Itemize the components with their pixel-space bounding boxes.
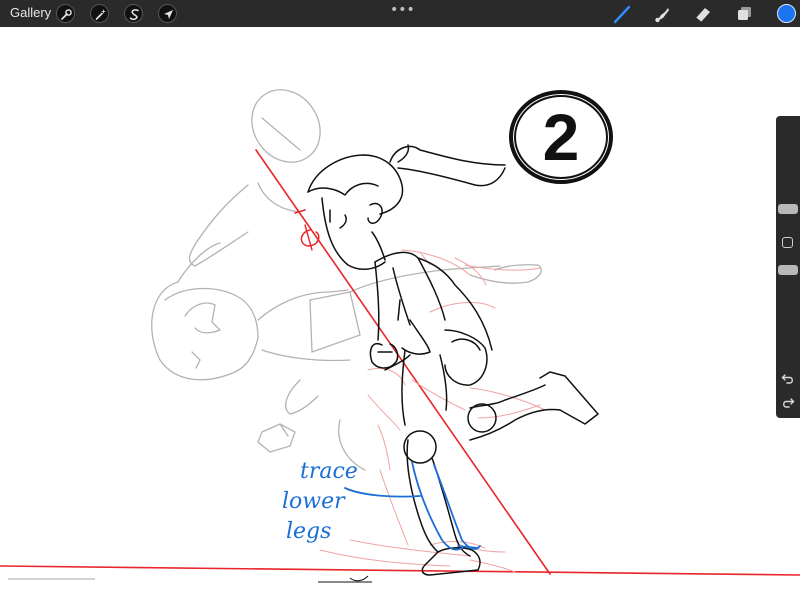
arrow-cursor-icon <box>164 10 173 19</box>
smudge-tool-button[interactable] <box>652 4 672 24</box>
brush-tool-button[interactable] <box>612 4 632 24</box>
smudge-icon <box>655 8 669 23</box>
frame-number-text: 2 <box>543 100 580 174</box>
onion-skin-figure <box>151 89 542 471</box>
brush-sidebar <box>776 116 800 418</box>
transform-button[interactable] <box>158 4 177 23</box>
brush-opacity-slider[interactable] <box>778 265 798 275</box>
layers-icon <box>738 7 751 20</box>
brush-icon <box>613 5 631 24</box>
gallery-button[interactable]: Gallery <box>10 5 51 20</box>
modify-button[interactable] <box>782 237 793 248</box>
more-options-button[interactable]: ••• <box>390 2 415 18</box>
redo-icon <box>783 398 795 408</box>
wrench-icon <box>61 9 72 20</box>
drawing-canvas[interactable]: 2 trace lower legs <box>0 27 800 600</box>
selection-s-icon <box>129 9 139 21</box>
undo-button[interactable] <box>780 372 796 386</box>
undo-icon <box>781 374 793 384</box>
annotation-line-3: legs <box>286 519 331 544</box>
adjustments-button[interactable] <box>90 4 109 23</box>
brush-size-slider[interactable] <box>778 204 798 214</box>
eraser-tool-button[interactable] <box>693 4 713 24</box>
annotation-line-2: lower <box>282 489 346 514</box>
color-picker-button[interactable] <box>777 4 796 23</box>
eraser-icon <box>695 8 710 23</box>
redo-button[interactable] <box>780 396 796 410</box>
annotation-note: trace lower legs <box>282 459 358 544</box>
frame-number-badge: 2 <box>509 90 613 184</box>
top-toolbar: Gallery ••• <box>0 0 800 27</box>
traced-lower-leg <box>344 461 481 551</box>
layers-button[interactable] <box>735 4 755 24</box>
character-line-art <box>307 144 599 576</box>
magic-wand-icon <box>95 9 106 20</box>
actions-button[interactable] <box>56 4 75 23</box>
annotation-line-1: trace <box>300 459 358 484</box>
selection-button[interactable] <box>124 4 143 23</box>
ground-marks <box>8 575 372 583</box>
